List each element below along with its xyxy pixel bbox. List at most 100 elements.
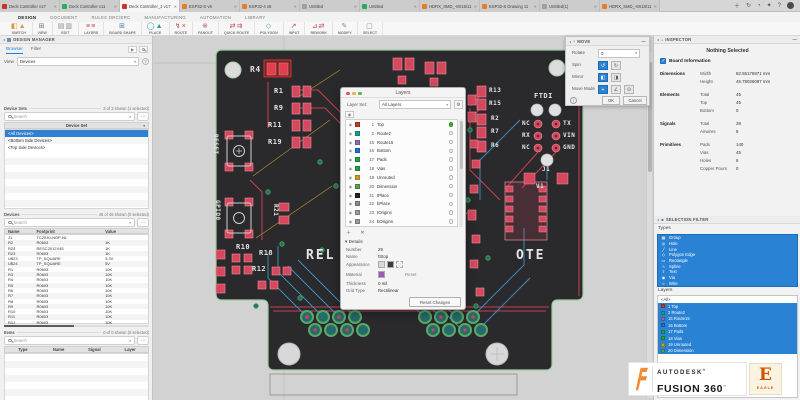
close-tab-icon[interactable]: ✕ — [594, 4, 597, 9]
close-tab-icon[interactable]: ✕ — [174, 4, 177, 9]
column-name[interactable]: Name — [5, 229, 36, 234]
toolbar-group-icon[interactable]: ⇄⇉ — [230, 23, 244, 31]
layer-color-swatch[interactable] — [355, 157, 360, 163]
column-value[interactable]: Value — [105, 229, 148, 234]
dialog-layer-row[interactable]: ◉ 21 tPlace — [346, 191, 457, 200]
devices-search-input[interactable]: Search ▾ — [4, 218, 135, 227]
column-type[interactable]: Type — [5, 347, 41, 352]
maximize-window-icon[interactable] — [358, 91, 362, 95]
toolbar-group-icon[interactable]: ↯× — [175, 23, 187, 31]
active-layer-radio[interactable] — [448, 219, 453, 224]
column-signal[interactable]: Signal — [77, 347, 113, 352]
dialog-layer-row[interactable]: ◉ 17 Pads — [346, 155, 457, 164]
collapse-icon[interactable]: ◂ — [569, 39, 571, 44]
add-remove-layer-buttons[interactable]: ＋ ✕ — [346, 229, 369, 236]
column-footprint[interactable]: Footprint — [36, 229, 105, 234]
document-tab[interactable]: Untitled ✕ — [300, 0, 360, 12]
all-layers-row[interactable]: <All> — [658, 296, 797, 303]
close-tab-icon[interactable]: ✕ — [474, 4, 477, 9]
toolbar-group-icon[interactable]: ※ — [202, 23, 209, 31]
eye-icon[interactable]: ◉ — [346, 122, 355, 127]
zoom-tool-icon[interactable] — [139, 46, 148, 53]
filter-layer-row[interactable]: 20 Dimension — [658, 347, 797, 355]
expander-icon[interactable]: ▾ — [345, 239, 347, 244]
toolbar-group-icon[interactable]: ≡≡ — [86, 23, 96, 31]
dialog-layer-row[interactable]: ◉ 24 bOrigins — [346, 217, 457, 226]
toolbar-group[interactable]: ▢ SELECT — [358, 22, 384, 35]
document-tab[interactable]: Deck Controller v11 ✕ — [60, 0, 120, 12]
active-layer-radio[interactable] — [448, 166, 453, 171]
column-layer[interactable]: Layer — [112, 347, 148, 352]
checkbox-checked-icon[interactable] — [660, 58, 666, 64]
toolbar-group[interactable]: ✎ MODIFY — [333, 22, 358, 35]
ribbon-tab[interactable]: LIBRARY — [245, 15, 265, 20]
toolbar-group[interactable]: ↗ INPUT — [284, 22, 306, 35]
reset-changes-button[interactable]: Reset Changes — [409, 297, 461, 307]
device-set-row[interactable]: <Bottom Side Devices> — [5, 137, 148, 144]
history-icon[interactable]: ↻ — [746, 2, 751, 9]
collapse-icon[interactable]: ◂ — [3, 37, 5, 42]
active-layer-radio[interactable] — [448, 201, 453, 207]
device-sets-search-input[interactable]: Search ▾ — [4, 112, 135, 121]
mirror-h-button[interactable]: ◧ — [598, 72, 608, 82]
layer-color-swatch[interactable] — [355, 174, 360, 180]
eye-icon[interactable]: ◉ — [346, 210, 355, 215]
toolbar-group[interactable]: ◧▲ SWITCH — [6, 22, 33, 35]
devices-hscrollbar[interactable] — [4, 325, 149, 327]
active-layer-radio[interactable] — [448, 122, 453, 127]
ribbon-tab[interactable]: MANUFACTURING — [145, 15, 186, 20]
resistor-column-right[interactable] — [476, 85, 487, 153]
visibility-column-icon[interactable]: ◉ — [345, 111, 354, 118]
device-set-row[interactable]: <All Devices> — [5, 130, 148, 137]
type-row[interactable]: ≈ Wire — [658, 280, 797, 286]
toolbar-group[interactable]: ≡≡ LAYERS — [79, 22, 105, 35]
eye-icon[interactable]: ◉ — [346, 201, 355, 206]
info-icon[interactable]: i — [570, 96, 577, 104]
active-layer-radio[interactable] — [448, 139, 453, 145]
dialog-layer-row[interactable]: ◉ 19 Unrouted — [346, 173, 457, 182]
dialog-scrollbar[interactable] — [459, 119, 463, 227]
tab-filter[interactable]: Filter — [31, 44, 41, 54]
dialog-layer-row[interactable]: ◉ 20 Dimension — [346, 182, 457, 191]
minimize-window-icon[interactable] — [352, 91, 356, 95]
ribbon-tab[interactable]: DOCUMENT — [50, 15, 77, 20]
toolbar-group-icon[interactable]: ◯▲ — [147, 23, 164, 31]
layer-color-swatch[interactable] — [355, 130, 360, 136]
eye-icon[interactable]: ◉ — [346, 175, 355, 180]
spin-right-button[interactable]: ↻ — [611, 60, 621, 70]
layer-set-select[interactable]: All Layers ▾ — [379, 100, 451, 109]
layer-color-swatch[interactable] — [355, 121, 360, 127]
document-tab[interactable]: Deck Controller_1 v17 ✕ — [120, 0, 180, 12]
close-tab-icon[interactable]: ✕ — [534, 4, 537, 9]
device-set-row[interactable]: <Top Side Devices> — [5, 144, 148, 151]
document-tab[interactable]: ESP32-S v8 ✕ — [180, 0, 240, 12]
inspector-header[interactable]: ◂ ● INSPECTOR — — [654, 36, 800, 44]
more-options-button[interactable]: ⋯ — [137, 218, 149, 227]
document-tab[interactable]: HDRX_SMD_-8X15/11 ✕ — [420, 0, 480, 12]
eye-icon[interactable]: ◉ — [346, 140, 355, 145]
layer-color-swatch[interactable] — [355, 166, 360, 172]
toolbar-group-icon[interactable]: ↗ — [291, 23, 298, 31]
document-tab[interactable]: ESP32-S Drawing 11 ✕ — [480, 0, 540, 12]
active-layer-radio[interactable] — [448, 148, 453, 154]
appearance-dark-swatch[interactable] — [387, 261, 394, 268]
active-layer-radio[interactable] — [448, 210, 453, 215]
dialog-layer-row[interactable]: ◉ 16 Bottom — [346, 146, 457, 155]
minimize-icon[interactable]: — — [642, 39, 646, 44]
component-r4[interactable] — [263, 59, 292, 78]
active-layer-radio[interactable] — [448, 130, 453, 136]
tab-browser[interactable]: Browser — [6, 44, 23, 54]
close-tab-icon[interactable]: ✕ — [654, 4, 657, 9]
toolbar-group-icon[interactable]: ⊞ — [119, 23, 126, 31]
dialog-layer-row[interactable]: ◉ 15 Route15 — [346, 138, 457, 147]
extensions-icon[interactable]: ✦ — [767, 2, 772, 9]
gear-icon[interactable]: ⚙ — [454, 100, 463, 109]
eye-icon[interactable]: ◉ — [346, 193, 355, 198]
appearance-extra-swatch[interactable] — [396, 261, 403, 268]
eye-icon[interactable]: ◉ — [346, 184, 355, 189]
eye-icon[interactable]: ◉ — [346, 148, 355, 153]
material-swatch[interactable] — [378, 271, 385, 278]
cursor-tool-icon[interactable]: ▶ — [128, 46, 137, 53]
more-options-button[interactable]: ⋯ — [137, 112, 149, 121]
move-mode-angle-button[interactable]: ∠ — [611, 84, 621, 94]
